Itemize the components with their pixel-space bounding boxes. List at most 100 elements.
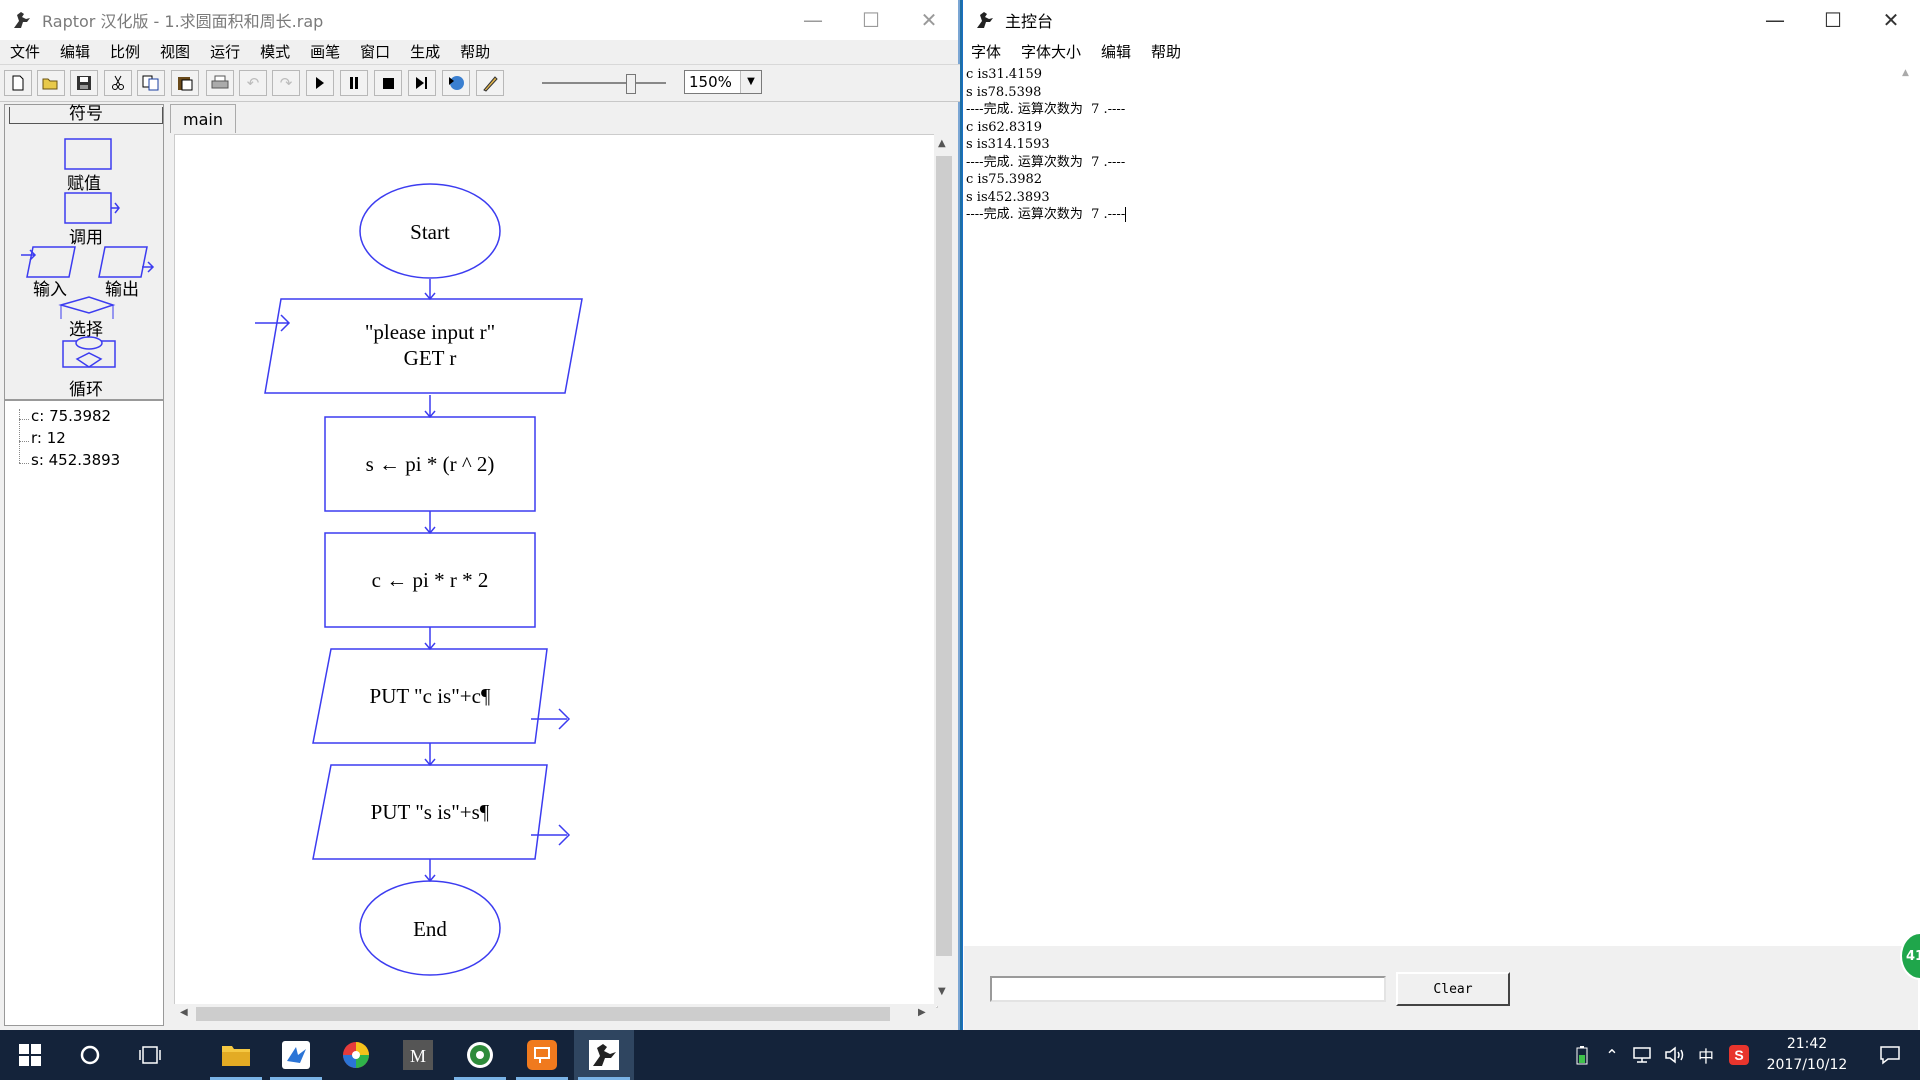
new-file-icon[interactable] [4, 70, 32, 96]
clear-button[interactable]: Clear [1396, 972, 1510, 1006]
input-prompt-label: "please input r" [365, 320, 495, 344]
output-symbol[interactable] [98, 246, 148, 278]
task-view-button[interactable] [120, 1030, 180, 1080]
menu-mode[interactable]: 模式 [250, 41, 300, 62]
raptor-icon [589, 1040, 619, 1070]
assign-symbol[interactable] [64, 138, 112, 170]
ime-indicator[interactable]: 中 [1692, 1030, 1720, 1080]
variable-r[interactable]: r: 12 [31, 429, 66, 447]
speed-slider[interactable] [534, 71, 672, 95]
menu-view[interactable]: 视图 [150, 41, 200, 62]
network-icon[interactable] [1628, 1030, 1658, 1080]
output-label: 输出 [105, 280, 139, 300]
minimize-button[interactable]: — [784, 0, 842, 40]
run-icon[interactable] [306, 70, 334, 96]
scroll-right-icon[interactable]: ▶ [918, 1007, 926, 1018]
raptor-app-icon [10, 8, 34, 32]
scroll-up-icon[interactable]: ▲ [1902, 68, 1909, 78]
console-line: ----完成. 运算次数为 7 .---- [966, 154, 1126, 170]
console-input-area: Clear [964, 946, 1918, 1030]
maximize-button[interactable]: ☐ [1804, 0, 1862, 40]
tab-main[interactable]: main [170, 104, 236, 133]
end-label: End [413, 917, 447, 941]
windows-icon [19, 1044, 41, 1066]
taskbar: M ⌃ 中 S 21:42 2017/10/12 [0, 1030, 1920, 1080]
canvas-vertical-scrollbar[interactable]: ▲ ▼ [934, 134, 954, 1006]
scroll-up-icon[interactable]: ▲ [938, 138, 946, 149]
raptor-menubar: 文件 编辑 比例 视图 运行 模式 画笔 窗口 生成 帮助 [0, 40, 958, 63]
paste-icon[interactable] [171, 70, 199, 96]
raptor-titlebar[interactable]: Raptor 汉化版 - 1.求圆面积和周长.rap — ☐ ✕ [0, 0, 958, 40]
menu-edit[interactable]: 编辑 [50, 41, 100, 62]
vertical-scroll-thumb[interactable] [936, 156, 952, 956]
green-circle-app-icon [467, 1042, 493, 1068]
taskbar-app-3[interactable] [326, 1030, 386, 1080]
system-clock[interactable]: 21:42 2017/10/12 [1744, 1034, 1870, 1076]
chevron-down-icon[interactable]: ▼ [740, 71, 761, 93]
search-button[interactable] [60, 1030, 120, 1080]
minimize-button[interactable]: — [1746, 0, 1804, 40]
zoom-value: 150% [689, 73, 732, 91]
speed-slider-thumb[interactable] [626, 74, 636, 94]
pause-icon[interactable] [340, 70, 368, 96]
menu-pen[interactable]: 画笔 [300, 41, 350, 62]
scroll-left-icon[interactable]: ◀ [180, 1007, 188, 1018]
chevron-up-icon[interactable]: ⌃ [1600, 1030, 1624, 1080]
input-symbol[interactable] [26, 246, 76, 278]
menu-help[interactable]: 帮助 [450, 41, 500, 62]
cut-icon[interactable] [104, 70, 132, 96]
folder-icon [222, 1046, 250, 1066]
taskbar-raptor[interactable] [574, 1030, 634, 1080]
taskbar-app-5[interactable] [450, 1030, 510, 1080]
menu-window[interactable]: 窗口 [350, 41, 400, 62]
menu-run[interactable]: 运行 [200, 41, 250, 62]
battery-icon[interactable] [1570, 1030, 1594, 1080]
zoom-select[interactable]: 150% ▼ [684, 70, 762, 94]
console-input[interactable] [990, 976, 1386, 1002]
taskbar-app-4[interactable]: M [388, 1030, 448, 1080]
console-titlebar[interactable]: 主控台 — ☐ ✕ [963, 0, 1920, 40]
open-folder-icon[interactable] [37, 70, 65, 96]
step-icon[interactable] [408, 70, 436, 96]
taskbar-file-explorer[interactable] [206, 1030, 266, 1080]
variable-c[interactable]: c: 75.3982 [31, 407, 111, 425]
maximize-button[interactable]: ☐ [842, 0, 900, 40]
menu-generate[interactable]: 生成 [400, 41, 450, 62]
flowchart-canvas[interactable]: Start "please input r" GET r s ← pi * (r… [174, 134, 938, 1008]
copy-icon[interactable] [137, 70, 165, 96]
horizontal-scroll-thumb[interactable] [196, 1007, 890, 1021]
print-icon[interactable] [206, 70, 234, 96]
start-button[interactable] [0, 1030, 60, 1080]
close-button[interactable]: ✕ [1862, 0, 1920, 40]
console-output[interactable]: c is31.4159 s is78.5398 ----完成. 运算次数为 7 … [966, 66, 1896, 946]
test-server-icon[interactable] [442, 70, 470, 96]
save-icon[interactable] [70, 70, 98, 96]
console-scrollbar[interactable]: ▲ [1896, 64, 1918, 946]
cortana-icon [80, 1045, 100, 1065]
canvas-horizontal-scrollbar[interactable]: ◀ ▶ [174, 1004, 936, 1024]
console-menubar: 字体 字体大小 编辑 帮助 [961, 40, 1920, 63]
console-line: c is62.8319 [966, 119, 1043, 135]
close-button[interactable]: ✕ [900, 0, 958, 40]
notification-icon[interactable] [1864, 1030, 1916, 1080]
volume-icon[interactable] [1660, 1030, 1690, 1080]
menu-help[interactable]: 帮助 [1141, 41, 1191, 62]
redo-icon[interactable]: ↷ [272, 70, 300, 96]
stop-icon[interactable] [374, 70, 402, 96]
menu-font[interactable]: 字体 [961, 41, 1011, 62]
flowchart: Start "please input r" GET r s ← pi * (r… [255, 183, 583, 976]
call-symbol[interactable] [64, 192, 112, 224]
variable-s[interactable]: s: 452.3893 [31, 451, 120, 469]
taskbar-app-2[interactable] [266, 1030, 326, 1080]
console-line: s is452.3893 [966, 189, 1050, 205]
menu-scale[interactable]: 比例 [100, 41, 150, 62]
left-panel: 符号 赋值 调用 输入 输出 选择 循环 c: 75.3982 r: 12 s:… [4, 104, 164, 1026]
undo-icon[interactable]: ↶ [239, 70, 267, 96]
svg-text:S: S [1734, 1047, 1743, 1063]
pen-icon[interactable] [476, 70, 504, 96]
menu-font-size[interactable]: 字体大小 [1011, 41, 1091, 62]
taskbar-app-6[interactable] [512, 1030, 572, 1080]
scroll-down-icon[interactable]: ▼ [938, 986, 946, 997]
menu-edit[interactable]: 编辑 [1091, 41, 1141, 62]
menu-file[interactable]: 文件 [0, 41, 50, 62]
